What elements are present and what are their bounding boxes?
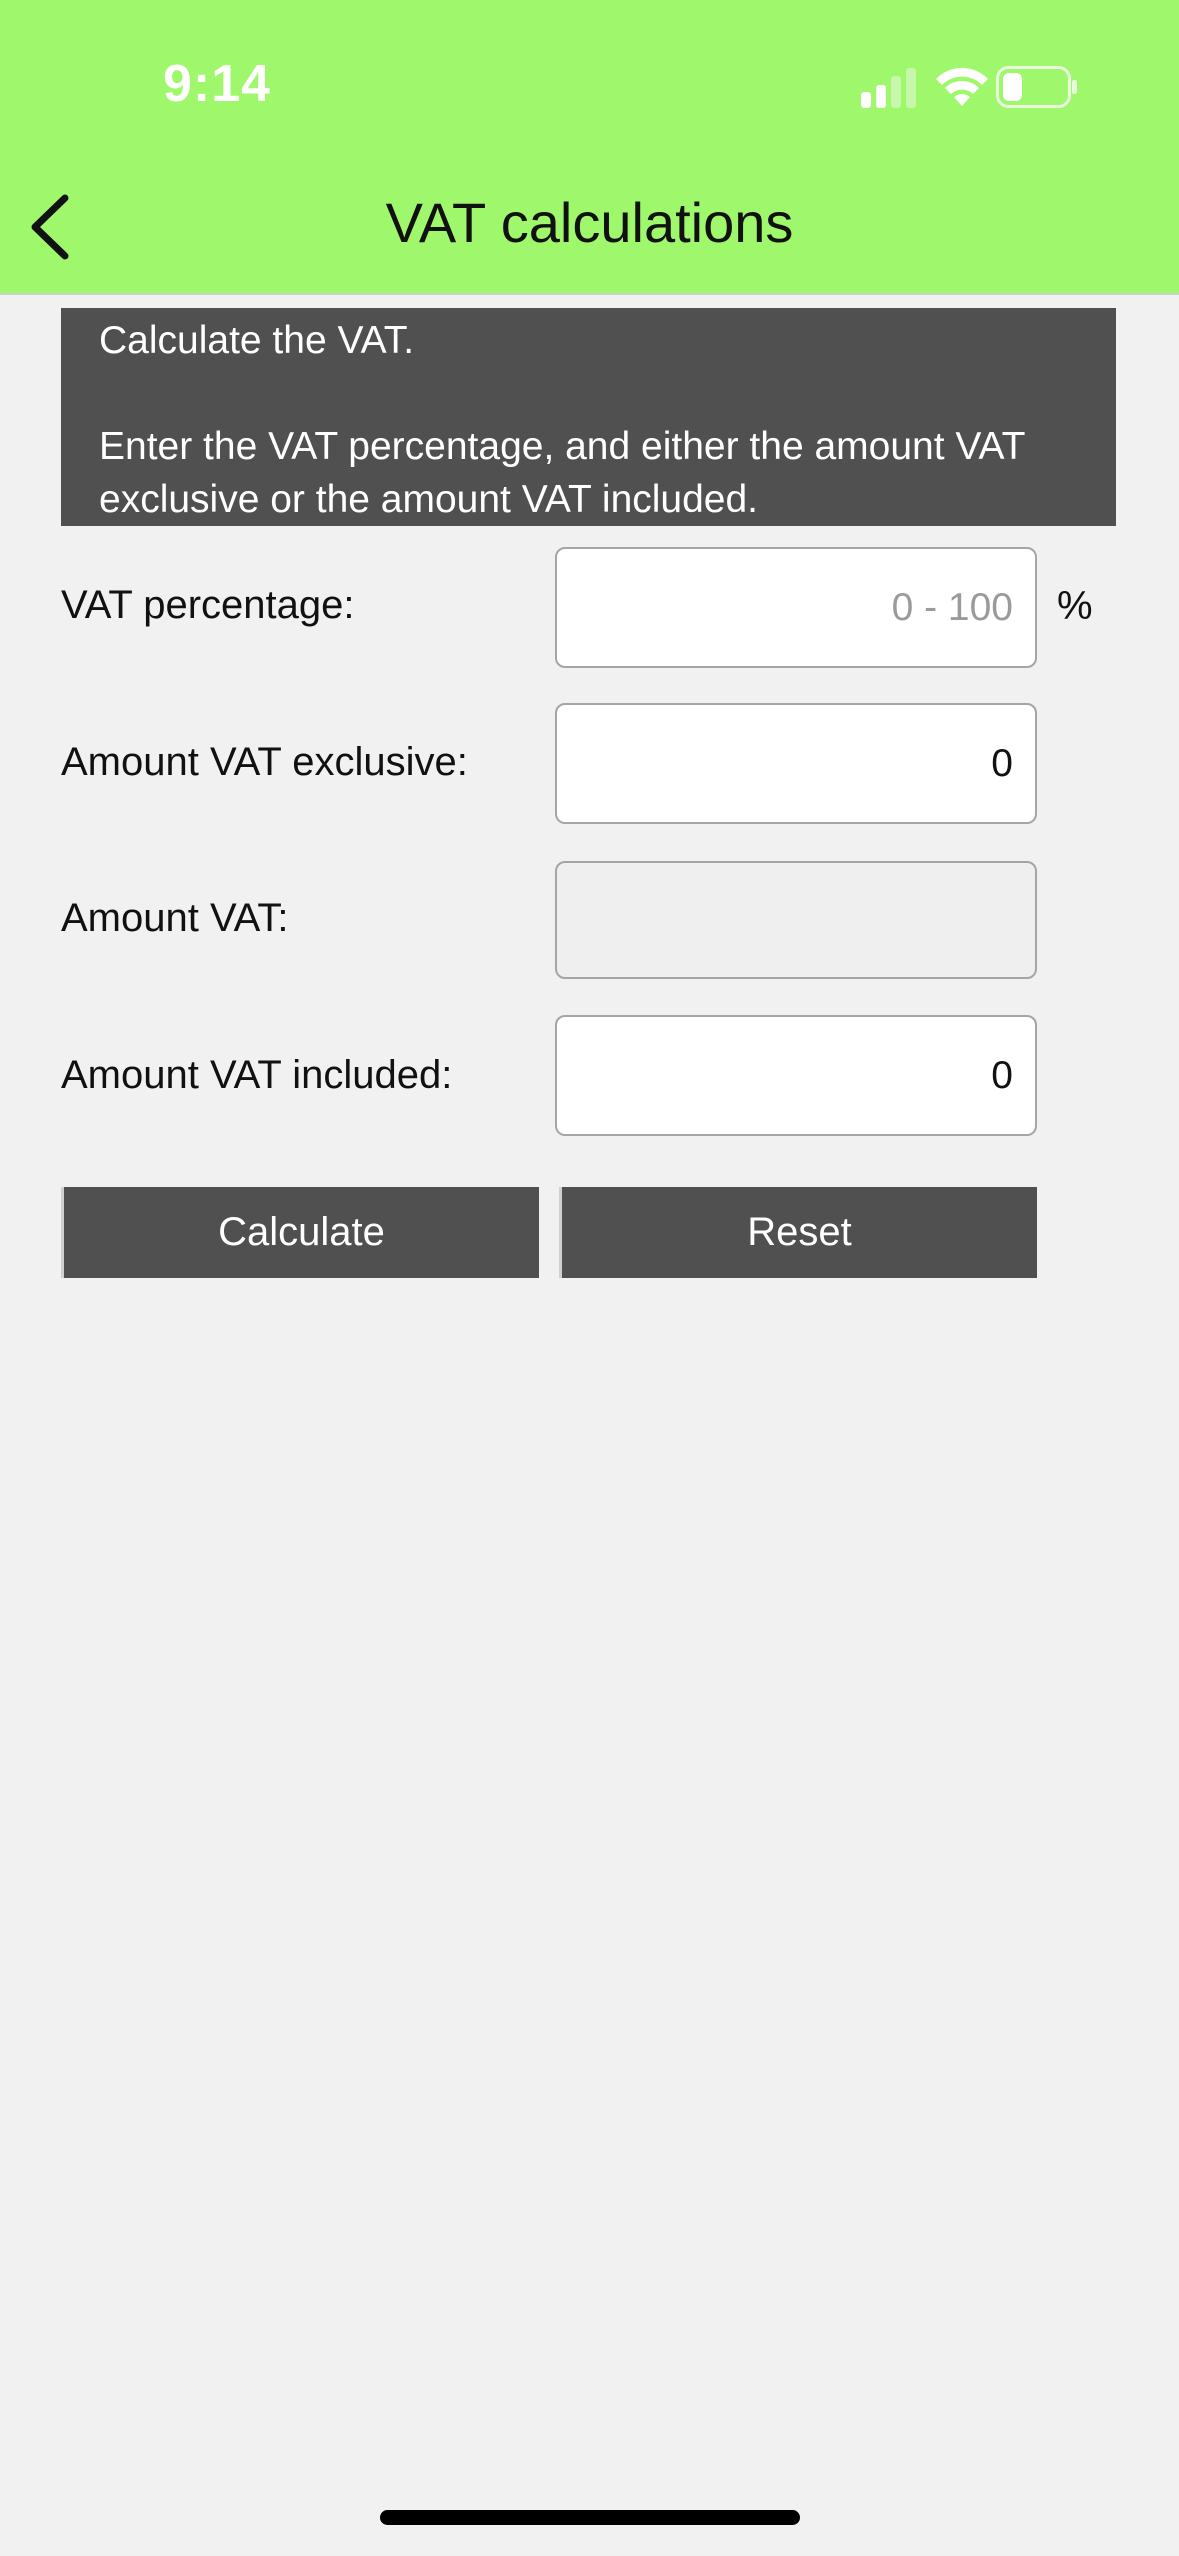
info-line-1: Calculate the VAT. — [99, 319, 415, 362]
amount-exclusive-input[interactable] — [555, 703, 1037, 824]
status-time: 9:14 — [163, 55, 272, 113]
amount-included-label: Amount VAT included: — [61, 1053, 453, 1097]
vat-percentage-input[interactable] — [555, 547, 1037, 668]
amount-vat-output — [555, 861, 1037, 979]
percent-unit: % — [1057, 584, 1093, 628]
calculate-button[interactable]: Calculate — [61, 1187, 539, 1278]
info-line-2: Enter the VAT percentage, and either the… — [99, 425, 1025, 521]
amount-exclusive-label: Amount VAT exclusive: — [61, 740, 468, 784]
amount-vat-label: Amount VAT: — [61, 896, 289, 940]
signal-icon — [861, 68, 916, 108]
reset-button[interactable]: Reset — [559, 1187, 1037, 1278]
home-indicator — [380, 2510, 800, 2525]
nav-header: 9:14 VAT calculations — [0, 0, 1179, 295]
amount-included-input[interactable] — [555, 1015, 1037, 1136]
wifi-icon — [936, 67, 988, 106]
vat-percentage-label: VAT percentage: — [61, 583, 355, 627]
battery-icon — [996, 66, 1077, 108]
info-panel: Calculate the VAT. Enter the VAT percent… — [61, 308, 1116, 526]
page-title: VAT calculations — [385, 191, 794, 254]
